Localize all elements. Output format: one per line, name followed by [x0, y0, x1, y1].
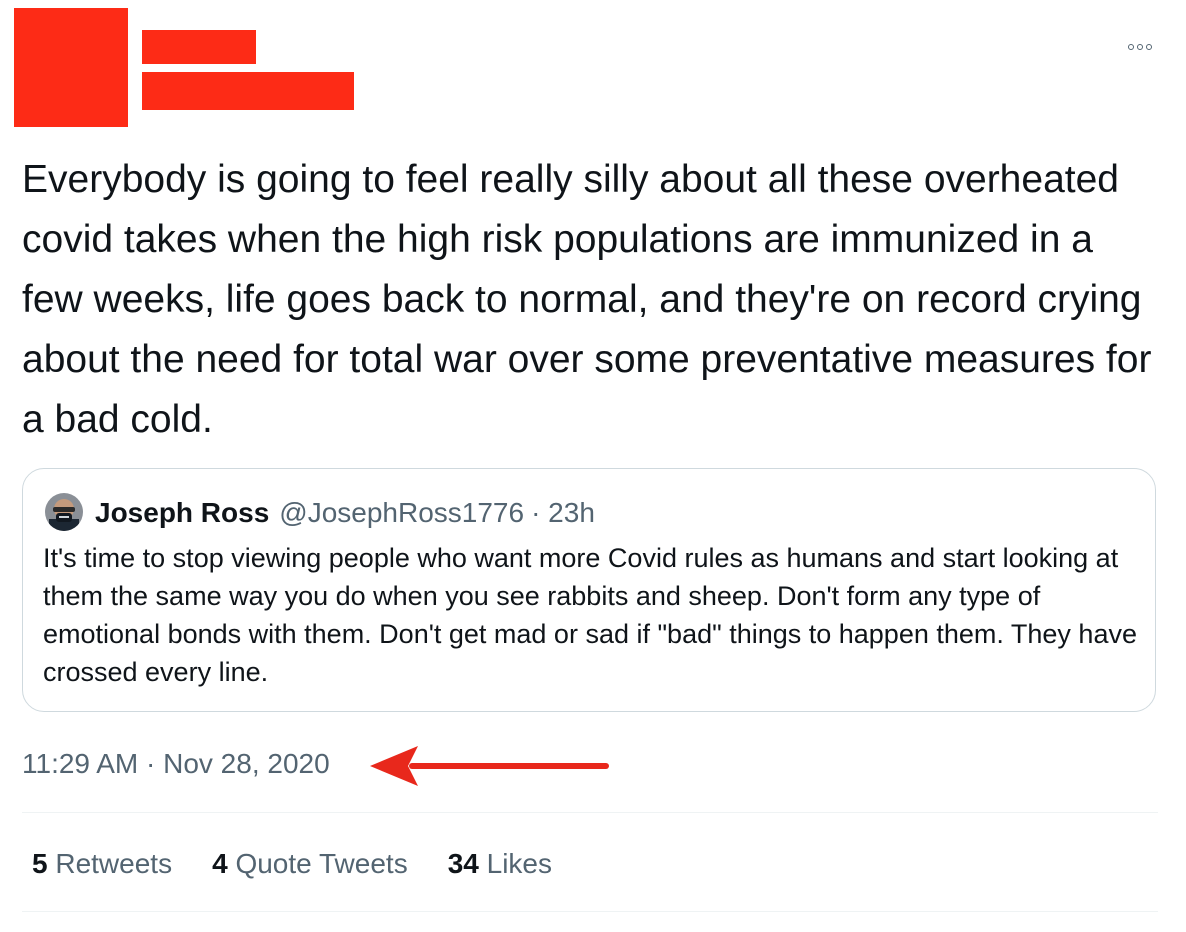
- quote-tweets-count: 4: [212, 848, 236, 879]
- redacted-avatar: [14, 8, 128, 127]
- quoted-author-name[interactable]: Joseph Ross: [95, 497, 269, 529]
- likes-count: 34: [447, 848, 487, 879]
- quote-tweets-stat[interactable]: 4 Quote Tweets: [212, 844, 408, 884]
- engagement-stats: 5 Retweets 4 Quote Tweets 34 Likes: [32, 844, 592, 884]
- more-options-button[interactable]: [1118, 36, 1162, 58]
- avatar[interactable]: [45, 493, 83, 531]
- divider: [22, 911, 1158, 912]
- quoted-tweet-text: It's time to stop viewing people who wan…: [43, 543, 1137, 687]
- divider: [22, 812, 1158, 813]
- likes-stat[interactable]: 34 Likes: [448, 844, 552, 884]
- quoted-tweet-time[interactable]: · 23h: [531, 497, 595, 529]
- quoted-tweet-header: Joseph Ross @JosephRoss1776 · 23h: [95, 495, 595, 531]
- tweet-timestamp[interactable]: 11:29 AM · Nov 28, 2020: [22, 744, 330, 784]
- quote-tweets-label: Quote Tweets: [235, 848, 408, 879]
- redacted-handle: [142, 72, 354, 110]
- more-horizontal-icon-dot: [1137, 44, 1143, 50]
- redacted-display-name: [142, 30, 256, 64]
- likes-label: Likes: [486, 848, 553, 879]
- more-horizontal-icon-dot: [1146, 44, 1152, 50]
- retweets-count: 5: [32, 848, 56, 879]
- retweets-stat[interactable]: 5 Retweets: [32, 844, 172, 884]
- tweet-text: Everybody is going to feel really silly …: [22, 158, 1163, 441]
- quoted-author-handle[interactable]: @JosephRoss1776: [279, 497, 524, 529]
- quoted-tweet-card[interactable]: Joseph Ross @JosephRoss1776 · 23h It's t…: [22, 468, 1156, 712]
- more-horizontal-icon: [1128, 44, 1134, 50]
- retweets-label: Retweets: [55, 848, 173, 879]
- annotation-arrow: [370, 746, 609, 786]
